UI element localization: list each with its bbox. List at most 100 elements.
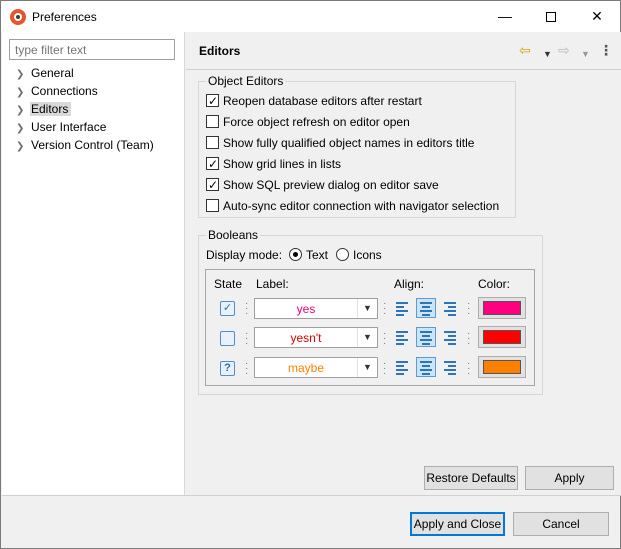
booleans-legend: Booleans <box>206 228 261 242</box>
color-swatch <box>483 360 521 374</box>
option-label: Auto-sync editor connection with navigat… <box>223 199 500 213</box>
footer-divider <box>2 495 621 496</box>
label-combo-value: yes <box>296 302 316 316</box>
cancel-button[interactable]: Cancel <box>513 512 609 536</box>
header-divider <box>186 69 621 70</box>
forward-arrow-icon[interactable]: ⇨ <box>558 42 570 58</box>
tree-item-connections[interactable]: ❯ Connections <box>16 82 101 100</box>
tree-item-version-control[interactable]: ❯ Version Control (Team) <box>16 136 157 154</box>
option-reopen-editors[interactable]: Reopen database editors after restart <box>206 92 422 110</box>
chevron-down-icon[interactable]: ▼ <box>357 358 377 377</box>
label-header: Label: <box>256 277 289 291</box>
label-combo-value: yesn't <box>290 331 322 345</box>
apply-and-close-button[interactable]: Apply and Close <box>410 512 505 536</box>
display-mode-text-radio[interactable]: Text <box>289 246 328 264</box>
drag-grip-icon: · · · <box>383 328 387 349</box>
question-state-icon: ? <box>220 361 235 376</box>
forward-history-dropdown-icon[interactable]: ▼ <box>581 46 590 62</box>
maximize-button[interactable] <box>528 1 574 32</box>
align-center-button[interactable] <box>416 327 436 347</box>
label-combo-yes[interactable]: yes ▼ <box>254 298 378 319</box>
minimize-icon: — <box>498 8 512 24</box>
tree-item-user-interface[interactable]: ❯ User Interface <box>16 118 109 136</box>
label-combo-value: maybe <box>287 361 325 375</box>
align-center-button[interactable] <box>416 298 436 318</box>
drag-grip-icon: · · · <box>245 298 249 319</box>
tree-item-label: Version Control (Team) <box>31 138 154 152</box>
display-mode-label: Display mode: <box>206 248 283 262</box>
drag-grip-icon: · · · <box>245 358 249 379</box>
object-editors-legend: Object Editors <box>206 74 286 88</box>
drag-grip-icon: · · · <box>245 328 249 349</box>
filter-input[interactable] <box>9 39 175 60</box>
preferences-window: Preferences — ✕ ❯General ❯Connections ❯E… <box>0 0 621 549</box>
apply-button[interactable]: Apply <box>525 466 614 490</box>
option-force-refresh[interactable]: Force object refresh on editor open <box>206 113 410 131</box>
option-label: Reopen database editors after restart <box>223 94 422 108</box>
color-swatch <box>483 301 521 315</box>
color-picker-yes[interactable] <box>478 297 526 319</box>
align-left-button[interactable] <box>392 298 412 318</box>
checkbox-unchecked[interactable] <box>206 115 219 128</box>
align-right-button[interactable] <box>440 357 460 377</box>
back-history-dropdown-icon[interactable]: ▼ <box>543 46 552 62</box>
preferences-page: Editors ⇦ ▼ ⇨ ▼ ⋮ Object Editors Reopen … <box>186 32 621 495</box>
tree-item-label: General <box>31 66 74 80</box>
option-sql-preview[interactable]: Show SQL preview dialog on editor save <box>206 176 439 194</box>
window-title: Preferences <box>32 10 97 24</box>
align-right-button[interactable] <box>440 298 460 318</box>
checkbox-checked[interactable] <box>206 92 219 110</box>
display-mode-icons-radio[interactable]: Icons <box>336 246 382 264</box>
align-header: Align: <box>394 277 425 291</box>
tree-item-label: Connections <box>31 84 98 98</box>
maximize-icon <box>546 12 556 23</box>
checkbox-unchecked[interactable] <box>206 199 219 212</box>
option-label: Show grid lines in lists <box>223 157 342 171</box>
label-combo-maybe[interactable]: maybe ▼ <box>254 357 378 378</box>
chevron-down-icon[interactable]: ▼ <box>357 328 377 347</box>
radio-selected[interactable] <box>289 248 302 261</box>
minimize-button[interactable]: — <box>482 1 528 32</box>
drag-grip-icon: · · · <box>467 298 471 319</box>
align-left-button[interactable] <box>392 357 412 377</box>
state-header: State <box>214 277 243 291</box>
chevron-right-icon: ❯ <box>16 141 25 152</box>
radio-unselected[interactable] <box>336 248 349 261</box>
more-options-icon[interactable]: ⋮ <box>599 42 613 58</box>
option-auto-sync[interactable]: Auto-sync editor connection with navigat… <box>206 197 499 215</box>
option-grid-lines[interactable]: Show grid lines in lists <box>206 155 341 173</box>
label-combo-yesnt[interactable]: yesn't ▼ <box>254 327 378 348</box>
booleans-table: State Label: Align: Color: ✓ · · · yes ▼ ·… <box>205 269 535 386</box>
align-left-button[interactable] <box>392 327 412 347</box>
preferences-sidebar: ❯General ❯Connections ❯Editors ❯User Int… <box>2 32 185 495</box>
back-arrow-icon[interactable]: ⇦ <box>519 42 531 58</box>
checkbox-unchecked[interactable] <box>206 136 219 149</box>
drag-grip-icon: · · · <box>467 328 471 349</box>
tree-item-general[interactable]: ❯ General <box>16 64 77 82</box>
drag-grip-icon: · · · <box>467 358 471 379</box>
option-label: Show fully qualified object names in edi… <box>223 136 475 150</box>
page-title: Editors <box>199 44 241 58</box>
drag-grip-icon: · · · <box>383 358 387 379</box>
tree-item-label: Editors <box>30 102 72 116</box>
empty-state-icon <box>220 331 235 346</box>
radio-label: Icons <box>353 248 382 262</box>
checkbox-checked[interactable] <box>206 155 219 173</box>
radio-label: Text <box>306 248 329 262</box>
checkbox-checked[interactable] <box>206 176 219 194</box>
option-label: Force object refresh on editor open <box>223 115 410 129</box>
tree-item-label: User Interface <box>31 120 107 134</box>
color-picker-yesnt[interactable] <box>478 326 526 348</box>
color-header: Color: <box>478 277 511 291</box>
align-center-button[interactable] <box>416 357 436 377</box>
tree-item-editors[interactable]: ❯ Editors <box>16 100 72 118</box>
close-icon: ✕ <box>591 8 603 24</box>
color-picker-maybe[interactable] <box>478 356 526 378</box>
align-right-button[interactable] <box>440 327 460 347</box>
option-qualified-names[interactable]: Show fully qualified object names in edi… <box>206 134 474 152</box>
title-bar: Preferences — ✕ <box>1 1 620 32</box>
chevron-down-icon[interactable]: ▼ <box>357 299 377 318</box>
restore-defaults-button[interactable]: Restore Defaults <box>424 466 518 490</box>
close-button[interactable]: ✕ <box>574 1 620 32</box>
app-logo-icon <box>10 9 26 25</box>
